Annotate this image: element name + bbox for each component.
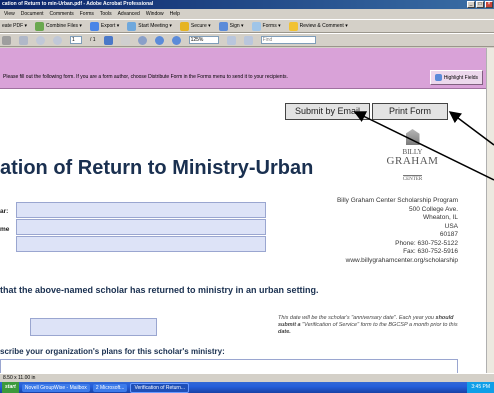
secure-button[interactable]: Secure ▾: [179, 21, 211, 31]
start-meeting-button[interactable]: Start Meeting ▾: [127, 21, 172, 31]
menu-view[interactable]: View: [4, 9, 15, 19]
form-field-2[interactable]: [16, 219, 266, 235]
export-label: Export ▾: [100, 23, 120, 29]
combine-files-label: Combine Files ▾: [46, 23, 82, 29]
menu-help[interactable]: Help: [170, 9, 180, 19]
create-pdf-label: eate PDF ▾: [2, 23, 28, 29]
fit-width-icon[interactable]: [243, 35, 253, 45]
combine-files-button[interactable]: Combine Files ▾: [35, 21, 82, 31]
print-icon[interactable]: [2, 35, 11, 45]
forms-button[interactable]: Forms ▾: [251, 21, 281, 31]
taskbar-item-active[interactable]: Verification of Return...: [130, 382, 190, 393]
note-text-2: "Verification of Service" form to the BG…: [300, 322, 458, 328]
review-comment-label: Review & Comment ▾: [299, 23, 348, 29]
submit-by-email-button[interactable]: Submit by Email: [285, 103, 370, 120]
return-statement: that the above-named scholar has returne…: [0, 285, 319, 295]
form-message-bar: Please fill out the following form. If y…: [0, 48, 486, 89]
address-block: Billy Graham Center Scholarship Program …: [337, 197, 458, 265]
prev-page-icon[interactable]: [36, 35, 45, 45]
note-bold-2: date.: [278, 329, 291, 335]
page-total: / 1: [90, 37, 96, 43]
select-tool-icon[interactable]: [103, 35, 113, 45]
start-meeting-label: Start Meeting ▾: [138, 23, 172, 29]
zoom-select[interactable]: 125%: [188, 36, 219, 44]
lock-icon: [179, 21, 189, 31]
address-line: 500 College Ave.: [408, 205, 458, 213]
menu-forms[interactable]: Forms: [80, 9, 94, 19]
tower-icon: [405, 129, 420, 145]
secure-label: Secure ▾: [190, 23, 211, 29]
hand-tool-icon[interactable]: [120, 35, 130, 45]
page-size: 8.50 x 11.00 in: [3, 375, 36, 381]
menu-comments[interactable]: Comments: [50, 9, 74, 19]
page-number-input[interactable]: 1: [70, 36, 82, 44]
form-message: Please fill out the following form. If y…: [3, 74, 288, 80]
billy-graham-center-logo: BILLY GRAHAM CENTER: [380, 129, 445, 185]
address-line: USA: [444, 222, 458, 230]
navigation-toolbar: 1 / 1 125% Find: [0, 33, 494, 47]
pen-icon: [218, 21, 228, 31]
logo-line2: GRAHAM: [386, 155, 439, 167]
address-line: Fax: 630-752-5916: [403, 248, 458, 255]
address-line: 60187: [439, 231, 458, 238]
start-button[interactable]: start: [2, 382, 19, 393]
status-bar: 8.50 x 11.00 in: [0, 373, 494, 382]
create-pdf-button[interactable]: eate PDF ▾: [2, 23, 27, 29]
combine-files-icon: [35, 21, 45, 31]
fit-page-icon[interactable]: [226, 35, 236, 45]
note-text-1: This date will be the scholar's "anniver…: [278, 315, 436, 321]
address-line: Billy Graham Center Scholarship Program: [336, 197, 458, 204]
minimize-button[interactable]: _: [467, 1, 475, 8]
forms-label: Forms ▾: [262, 23, 281, 29]
taskbar-item[interactable]: 2 Microsoft...: [92, 383, 128, 392]
plans-text-area[interactable]: [0, 359, 458, 373]
find-input[interactable]: Find: [260, 36, 316, 44]
menu-window[interactable]: Window: [146, 9, 164, 19]
zoom-in-icon[interactable]: [171, 35, 181, 45]
menu-bar: View Document Comments Forms Tools Advan…: [0, 9, 494, 19]
email-icon[interactable]: [19, 35, 28, 45]
highlight-fields-button[interactable]: Highlight Fields: [429, 70, 483, 85]
system-tray-clock: 3:45 PM: [467, 382, 494, 393]
highlight-fields-label: Highlight Fields: [443, 74, 478, 81]
maximize-button[interactable]: □: [476, 1, 484, 8]
sign-button[interactable]: Sign ▾: [218, 21, 244, 31]
page-title: ation of Return to Ministry-Urban: [0, 157, 314, 179]
date-field[interactable]: [30, 318, 157, 336]
print-form-button[interactable]: Print Form: [372, 103, 448, 120]
menu-document[interactable]: Document: [21, 9, 44, 19]
taskbar-item[interactable]: Novell GroupWise - Mailbox: [21, 383, 90, 392]
address-line: Phone: 630-752-5122: [395, 239, 458, 247]
review-comment-button[interactable]: Review & Comment ▾: [288, 21, 348, 31]
meeting-icon: [127, 21, 137, 31]
window-title-bar: cation of Return to min-Urban.pdf - Adob…: [0, 0, 494, 9]
address-line: www.billygrahamcenter.org/scholarship: [345, 256, 458, 264]
pdf-page: Submit by Email Print Form BILLY GRAHAM …: [0, 89, 486, 373]
field-label-name: me: [0, 226, 10, 233]
zoom-out-icon[interactable]: [154, 35, 164, 45]
form-field-1[interactable]: [16, 202, 266, 218]
form-field-3[interactable]: [16, 236, 266, 252]
highlight-icon: [434, 74, 442, 81]
window-title: cation of Return to min-Urban.pdf - Adob…: [2, 1, 154, 7]
zoom-tool-icon[interactable]: [137, 35, 147, 45]
windows-taskbar: start Novell GroupWise - Mailbox 2 Micro…: [0, 382, 494, 393]
comment-icon: [288, 21, 298, 31]
address-line: Wheaton, IL: [422, 214, 458, 221]
plans-label: scribe your organization's plans for thi…: [0, 347, 225, 356]
export-icon: [89, 21, 99, 31]
sign-label: Sign ▾: [229, 23, 244, 29]
next-page-icon[interactable]: [53, 35, 62, 45]
export-button[interactable]: Export ▾: [89, 21, 120, 31]
close-button[interactable]: ×: [485, 1, 493, 8]
menu-advanced[interactable]: Advanced: [118, 9, 140, 19]
vertical-scrollbar[interactable]: [486, 48, 494, 373]
forms-icon: [251, 21, 261, 31]
tasks-toolbar: eate PDF ▾ Combine Files ▾ Export ▾ Star…: [0, 19, 494, 33]
menu-tools[interactable]: Tools: [100, 9, 112, 19]
logo-line3: CENTER: [402, 175, 423, 182]
field-label-year: ar:: [0, 208, 9, 215]
anniversary-note: This date will be the scholar's "anniver…: [278, 315, 468, 336]
